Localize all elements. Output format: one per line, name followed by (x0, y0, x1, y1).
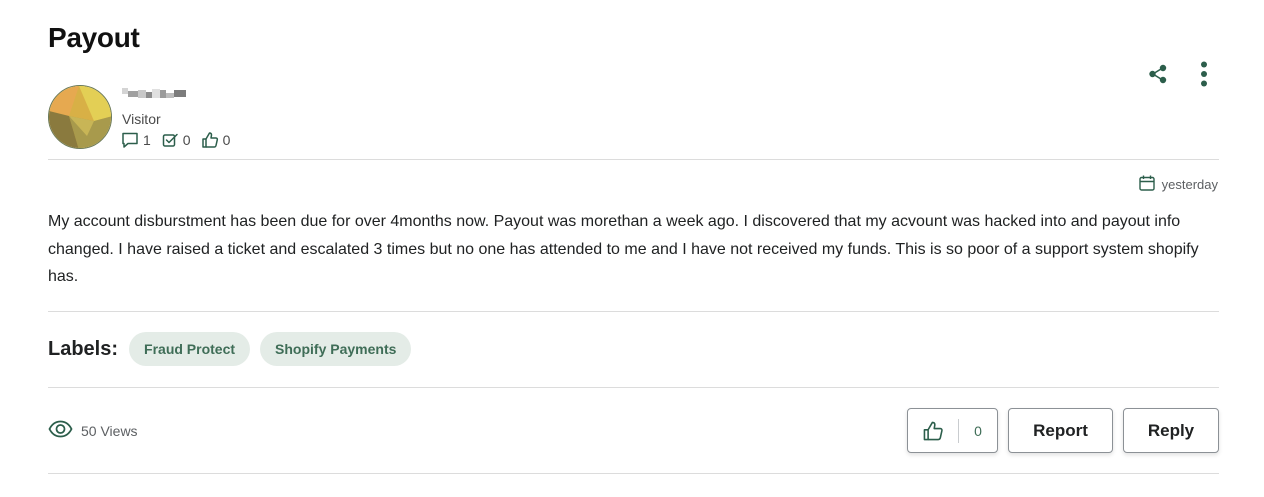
divider (48, 311, 1219, 312)
thumbs-up-icon (201, 131, 219, 149)
share-icon[interactable] (1146, 60, 1170, 88)
post-body: My account disburstment has been due for… (48, 213, 1199, 285)
post-title: Payout (48, 22, 140, 53)
thumbs-up-icon (908, 409, 958, 452)
more-vertical-icon[interactable] (1192, 60, 1216, 88)
views-text: 50 Views (81, 422, 138, 439)
post-actions (1146, 60, 1216, 88)
author-stats: 1 0 0 (121, 131, 230, 149)
divider (48, 473, 1219, 474)
stat-solutions: 0 (161, 131, 191, 149)
like-count: 0 (974, 422, 982, 439)
eye-icon (48, 419, 73, 442)
avatar[interactable] (48, 85, 112, 149)
label-tag-fraud-protect[interactable]: Fraud Protect (129, 332, 251, 366)
message-icon (121, 131, 139, 149)
blurred-name-image (122, 88, 186, 98)
stat-messages: 1 (121, 131, 151, 149)
labels-row: Labels: Fraud Protect Shopify Payments (48, 332, 412, 366)
views-count: 50 Views (48, 419, 138, 442)
author-role: Visitor (122, 111, 161, 127)
checkbox-icon (161, 131, 179, 149)
stat-likes: 0 (201, 131, 230, 149)
reply-button[interactable]: Reply (1123, 408, 1219, 453)
divider (48, 159, 1219, 160)
avatar-image (49, 86, 111, 148)
post-date: yesterday (1138, 174, 1218, 195)
labels-title: Labels: (48, 337, 119, 360)
divider (48, 387, 1219, 388)
calendar-icon (1138, 174, 1156, 195)
like-button[interactable]: 0 (907, 408, 998, 453)
report-button[interactable]: Report (1008, 408, 1113, 453)
date-text: yesterday (1161, 177, 1218, 192)
username-blurred[interactable] (122, 86, 188, 102)
label-tag-shopify-payments[interactable]: Shopify Payments (260, 332, 412, 366)
